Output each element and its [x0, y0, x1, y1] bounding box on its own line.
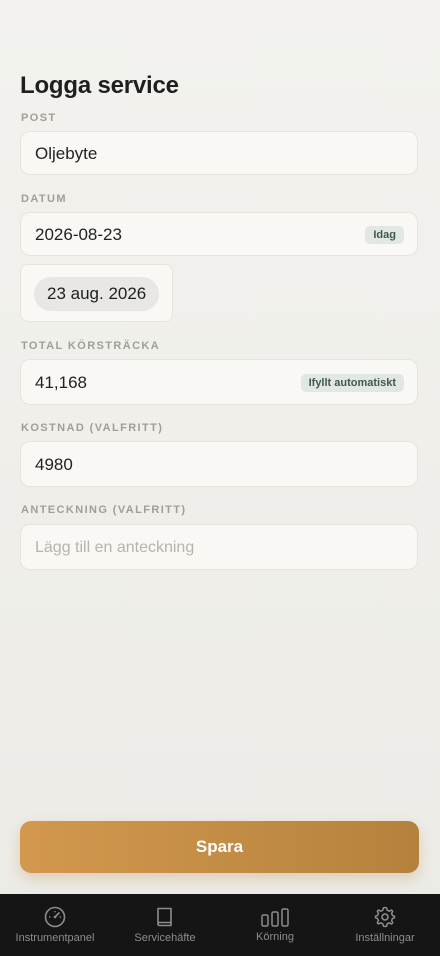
note-placeholder: Lägg till en anteckning — [35, 539, 195, 556]
tab-servicehafte-label: Servicehäfte — [134, 932, 196, 944]
tab-installningar-label: Inställningar — [355, 932, 415, 944]
tab-installningar[interactable]: Inställningar — [330, 894, 440, 956]
tab-servicehafte[interactable]: Servicehäfte — [110, 894, 220, 956]
page-title: Logga service — [20, 72, 179, 99]
tab-instrumentpanel-label: Instrumentpanel — [15, 932, 95, 944]
date-field[interactable]: 2026-08-23 Idag — [20, 212, 418, 256]
tab-bar: Instrumentpanel Servicehäfte Körning Ins… — [0, 894, 440, 956]
cost-field[interactable]: 4980 — [20, 441, 418, 487]
mileage-label: TOTAL KÖRSTRÄCKA — [21, 340, 161, 352]
tab-korning-label: Körning — [256, 931, 294, 943]
date-picker-card: 23 aug. 2026 — [20, 264, 173, 322]
post-value: Oljebyte — [35, 144, 98, 163]
today-button[interactable]: Idag — [365, 226, 404, 244]
note-label: ANTECKNING (VALFRITT) — [21, 504, 187, 516]
cost-value: 4980 — [35, 455, 73, 474]
gear-icon — [374, 906, 396, 928]
tab-korning[interactable]: Körning — [220, 894, 330, 956]
speedometer-icon — [44, 906, 66, 928]
date-value: 2026-08-23 — [35, 225, 122, 244]
cost-label: KOSTNAD (VALFRITT) — [21, 422, 164, 434]
date-picker-chip[interactable]: 23 aug. 2026 — [34, 277, 160, 311]
post-field[interactable]: Oljebyte — [20, 131, 418, 175]
datum-label: DATUM — [21, 193, 67, 205]
auto-filled-badge: Ifyllt automatiskt — [300, 374, 404, 392]
note-field[interactable]: Lägg till en anteckning — [20, 524, 418, 570]
tab-instrumentpanel[interactable]: Instrumentpanel — [0, 894, 110, 956]
save-button[interactable]: Spara — [20, 821, 419, 873]
book-icon — [157, 907, 172, 927]
mileage-value: 41,168 — [35, 373, 87, 392]
bar-chart-icon — [261, 908, 289, 927]
post-label: POST — [21, 112, 57, 124]
mileage-field[interactable]: 41,168 Ifyllt automatiskt — [20, 359, 418, 405]
